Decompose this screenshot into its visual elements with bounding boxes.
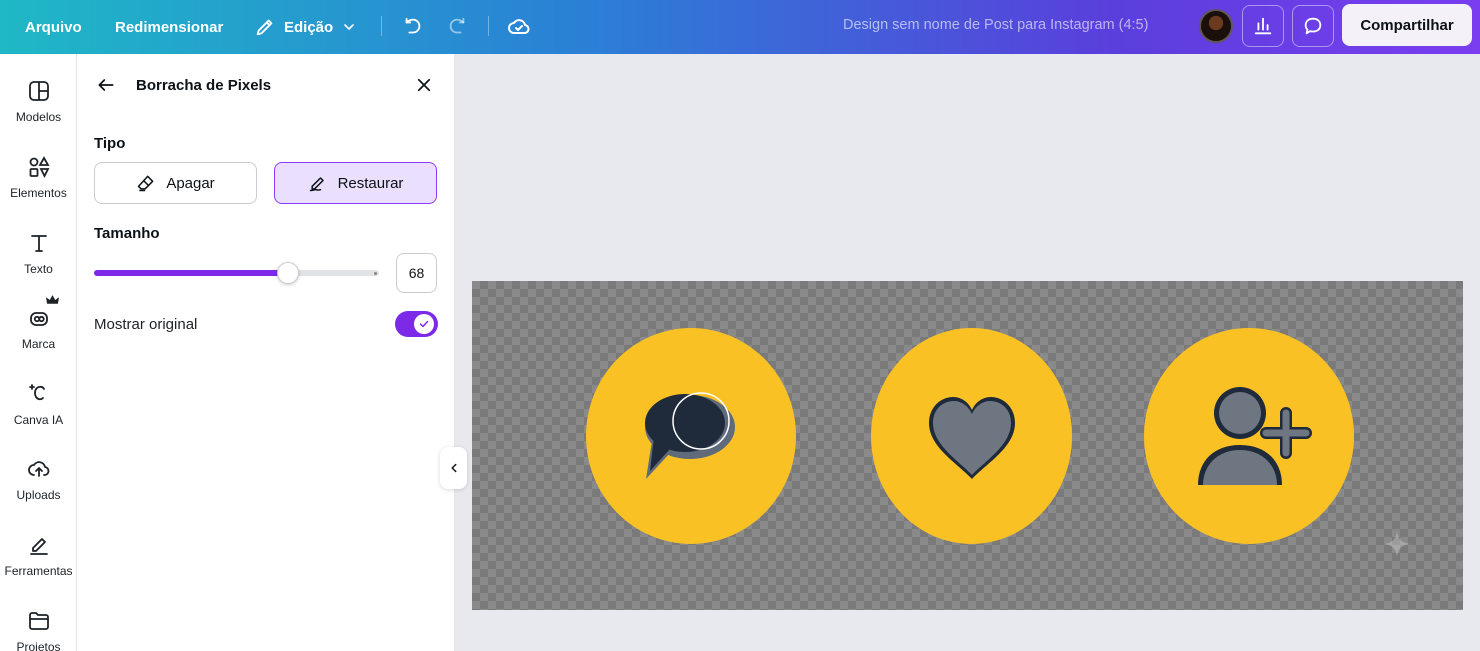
rail-item-marca[interactable]: Marca: [0, 295, 77, 351]
bar-chart-icon: [1254, 17, 1272, 35]
pencil-icon: [256, 19, 273, 36]
rail-label: Canva IA: [13, 413, 64, 427]
rail-label: Marca: [21, 337, 56, 351]
size-slider-thumb[interactable]: [277, 262, 299, 284]
back-button[interactable]: [93, 72, 119, 98]
design-title[interactable]: Design sem nome de Post para Instagram (…: [843, 17, 1148, 33]
restore-label: Restaurar: [337, 174, 404, 192]
rail-item-elementos[interactable]: Elementos: [0, 154, 77, 200]
toolbar-separator: [381, 16, 382, 36]
templates-icon: [26, 78, 52, 104]
cloud-save-button[interactable]: [503, 11, 535, 43]
rail-item-uploads[interactable]: Uploads: [0, 456, 77, 502]
show-original-label: Mostrar original: [94, 316, 198, 333]
chevron-down-icon: [344, 24, 355, 31]
add-user-icon[interactable]: [1196, 385, 1316, 491]
slider-end-dot: [374, 272, 377, 275]
rail-label: Uploads: [16, 488, 61, 502]
rail-item-canva-ia[interactable]: Canva IA: [0, 381, 77, 427]
size-slider[interactable]: [94, 262, 379, 284]
redo-button[interactable]: [441, 11, 473, 43]
rail-label: Projetos: [16, 640, 61, 651]
size-value-input[interactable]: 68: [396, 253, 437, 293]
restore-brush-icon: [309, 177, 324, 192]
size-slider-fill: [94, 270, 288, 276]
arrow-left-icon: [98, 79, 114, 91]
collapse-panel-button[interactable]: [440, 447, 467, 489]
rail-item-ferramentas[interactable]: Ferramentas: [0, 532, 77, 578]
text-icon: [26, 230, 52, 256]
chat-bubbles-icon[interactable]: [640, 391, 742, 485]
chevron-left-icon: [450, 463, 456, 473]
sparkle-icon: [1384, 531, 1410, 557]
eraser-icon: [138, 175, 154, 192]
type-label: Tipo: [94, 135, 126, 152]
close-panel-button[interactable]: [411, 72, 437, 98]
redo-icon: [449, 17, 465, 34]
folder-icon: [26, 608, 52, 634]
comment-icon: [1304, 17, 1322, 35]
rail-item-modelos[interactable]: Modelos: [0, 78, 77, 124]
erase-button[interactable]: Apagar: [94, 162, 257, 204]
close-icon: [417, 78, 431, 92]
undo-icon: [405, 17, 421, 34]
show-original-toggle[interactable]: [395, 311, 438, 337]
insights-button[interactable]: [1242, 5, 1284, 47]
menu-edicao-label: Edição: [284, 18, 334, 36]
tools-icon: [26, 532, 52, 558]
rail-label: Texto: [24, 262, 53, 276]
share-button[interactable]: Compartilhar: [1342, 4, 1472, 46]
elements-icon: [26, 154, 52, 180]
menu-redimensionar[interactable]: Redimensionar: [115, 9, 223, 45]
panel-title: Borracha de Pixels: [136, 77, 272, 94]
size-label: Tamanho: [94, 225, 160, 242]
comments-button[interactable]: [1292, 5, 1334, 47]
restore-button[interactable]: Restaurar: [274, 162, 437, 204]
magic-icon: [26, 381, 52, 407]
menu-edicao[interactable]: Edição: [254, 9, 357, 45]
undo-button[interactable]: [397, 11, 429, 43]
brand-icon: [26, 295, 59, 331]
rail-label: Modelos: [15, 110, 62, 124]
cloud-check-icon: [508, 19, 530, 34]
rail-item-projetos[interactable]: Projetos: [0, 608, 77, 651]
menu-arquivo[interactable]: Arquivo: [25, 9, 82, 45]
pixel-eraser-panel: Borracha de Pixels Tipo Apagar Restaurar…: [77, 54, 455, 651]
rail-label: Ferramentas: [4, 564, 73, 578]
avatar[interactable]: [1199, 9, 1233, 43]
toggle-knob: [414, 314, 434, 334]
heart-icon[interactable]: [927, 395, 1017, 481]
left-rail: Modelos Elementos Texto Marca Canva IA U…: [0, 54, 77, 651]
toolbar-separator: [488, 16, 489, 36]
upload-cloud-icon: [26, 456, 52, 482]
crown-icon: [45, 295, 59, 304]
rail-label: Elementos: [10, 186, 67, 200]
top-bar: Arquivo Redimensionar Edição Design sem …: [0, 0, 1480, 54]
rail-item-texto[interactable]: Texto: [0, 230, 77, 276]
design-canvas[interactable]: [472, 281, 1463, 610]
check-icon: [419, 320, 429, 328]
erase-label: Apagar: [166, 174, 215, 192]
